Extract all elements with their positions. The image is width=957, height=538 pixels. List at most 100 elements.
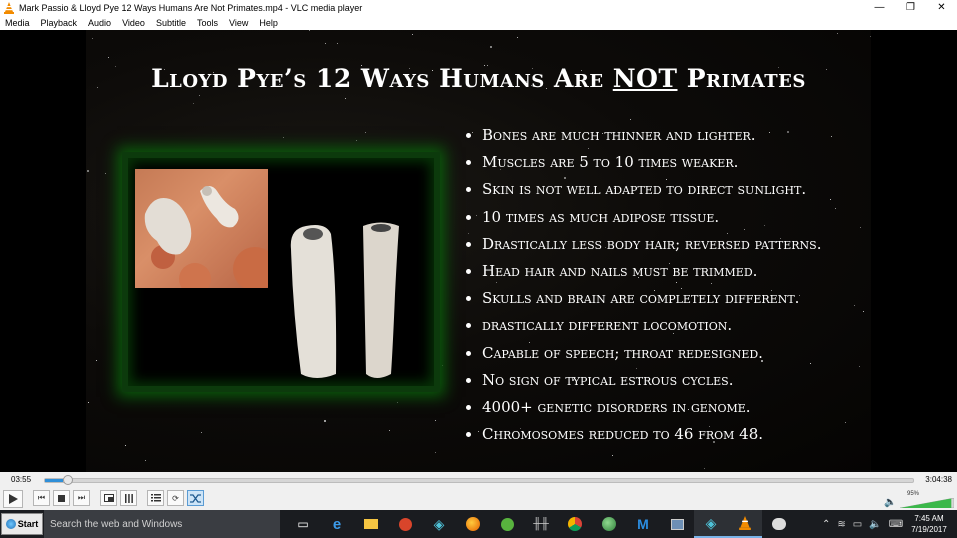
close-button[interactable]: ✕ [926,0,957,15]
wifi-icon[interactable]: ≋ [837,519,845,530]
clock-time: 7:45 AM [914,514,944,523]
seek-bar[interactable] [44,475,914,485]
taskbar-app-window[interactable] [660,510,694,538]
extended-settings-button[interactable] [120,490,137,506]
bullet-dot-icon [466,432,471,438]
maximize-button[interactable]: ❐ [895,0,926,15]
menu-audio[interactable]: Audio [83,18,117,28]
stop-icon [58,494,65,502]
taskbar-malwarebytes[interactable]: M [626,510,660,538]
system-tray: ⌃ ≋ ▭ 🔈 ⌨ [822,510,903,538]
start-button[interactable]: Start [1,513,43,535]
folder-icon [364,519,378,529]
mixer-sliders-icon: ╫╫ [533,518,549,530]
menu-help[interactable]: Help [254,18,284,28]
clock-date: 7/19/2017 [911,525,947,534]
menu-playback[interactable]: Playback [36,18,84,28]
bullet-item: Skin is not well adapted to direct sunli… [466,176,866,203]
menu-tools[interactable]: Tools [192,18,224,28]
volume-icon[interactable]: 🔈 [869,519,881,530]
star-dot [145,459,147,461]
start-orb-icon [5,519,16,529]
speaker-icon[interactable]: 🔈 [884,497,896,508]
volume-slider[interactable] [900,498,954,508]
vlc-cone-icon [739,516,751,530]
task-view-button[interactable]: ▭ [286,510,320,538]
bullet-dot-icon [466,404,471,410]
taskbar-paint-app[interactable] [762,510,796,538]
star-dot [282,137,284,139]
bullet-dot-icon [466,133,471,139]
taskbar-file-explorer[interactable] [354,510,388,538]
title-bar: Mark Passio & Lloyd Pye 12 Ways Humans A… [0,0,957,15]
skip-back-icon: ⏮ [37,493,46,502]
fullscreen-icon [103,494,114,502]
player-controls: 03:55 3:04:38 ⏮ ⏭ ⟳ 🔈 95% [0,472,957,510]
play-button[interactable] [3,490,23,508]
shuffle-icon [190,493,201,503]
taskbar-app-diamond-open[interactable]: ◈ [694,510,728,538]
next-button[interactable]: ⏭ [73,490,90,506]
presentation-slide: Lloyd Pye’s 12 Ways Humans Are NOT Prima… [86,30,871,472]
star-dot [125,445,127,447]
star-dot [345,97,347,99]
star-dot [397,401,399,403]
bullet-dot-icon [466,214,471,220]
app-window-icon [670,518,684,530]
stop-button[interactable] [53,490,70,506]
taskbar-apps: ▭ e ◈ ╫╫ M ◈ [286,510,796,538]
star-dot [107,56,109,58]
elapsed-time: 03:55 [11,475,32,484]
skip-forward-icon: ⏭ [77,493,86,502]
menu-media[interactable]: Media [0,18,36,28]
search-placeholder: Search the web and Windows [50,518,183,530]
taskbar-utorrent[interactable] [490,510,524,538]
taskbar-mixer[interactable]: ╫╫ [524,510,558,538]
bullet-item: drastically different locomotion. [466,312,866,339]
system-clock[interactable]: 7:45 AM 7/19/2017 [905,513,953,535]
bullet-item: 10 times as much adipose tissue. [466,204,866,231]
star-dot [365,131,367,133]
shuffle-button[interactable] [187,490,204,506]
bullet-item: Drastically less body hair; reversed pat… [466,231,866,258]
playlist-button[interactable] [147,490,164,506]
taskbar-vlc[interactable] [728,510,762,538]
menu-video[interactable]: Video [117,18,151,28]
taskbar-search-box[interactable]: Search the web and Windows [44,510,280,538]
taskbar-app-diamond[interactable]: ◈ [422,510,456,538]
star-dot [411,33,413,35]
video-area[interactable]: Lloyd Pye’s 12 Ways Humans Are NOT Prima… [0,30,957,472]
taskbar-edge[interactable]: e [320,510,354,538]
slide-title-start: Lloyd Pye’s 12 Ways Humans Are [151,64,613,93]
menu-view[interactable]: View [224,18,254,28]
bone-shafts-photo [290,222,399,378]
control-buttons: ⏮ ⏭ ⟳ [3,490,204,508]
chevron-up-icon[interactable]: ⌃ [822,519,830,530]
slide-title-end: Primates [677,64,806,93]
red-swirl-app-icon [398,517,412,531]
minimize-button[interactable]: — [864,0,895,15]
menu-subtitle[interactable]: Subtitle [151,18,192,28]
loop-icon: ⟳ [172,493,179,503]
diamond-app-icon: ◈ [705,514,717,531]
seek-handle[interactable] [63,475,74,485]
menu-bar: Media Playback Audio Video Subtitle Tool… [0,15,957,30]
chrome-icon [568,517,582,531]
bullet-item: 4000+ genetic disorders in genome. [466,394,866,421]
star-dot [104,173,106,175]
taskbar-chrome[interactable] [558,510,592,538]
star-dot [704,468,706,470]
fullscreen-button[interactable] [100,490,117,506]
taskbar-app-red[interactable] [388,510,422,538]
bullet-dot-icon [466,350,471,356]
windows-taskbar: Start Search the web and Windows ▭ e ◈ ╫… [0,510,957,538]
star-dot [630,119,632,121]
taskbar-firefox[interactable] [456,510,490,538]
loop-button[interactable]: ⟳ [167,490,184,506]
keyboard-icon[interactable]: ⌨ [889,519,903,530]
taskbar-globe-app[interactable] [592,510,626,538]
battery-icon[interactable]: ▭ [853,519,862,530]
bullet-item: Chromosomes reduced to 46 from 48. [466,421,866,448]
firefox-icon [466,517,480,531]
previous-button[interactable]: ⏮ [33,490,50,506]
